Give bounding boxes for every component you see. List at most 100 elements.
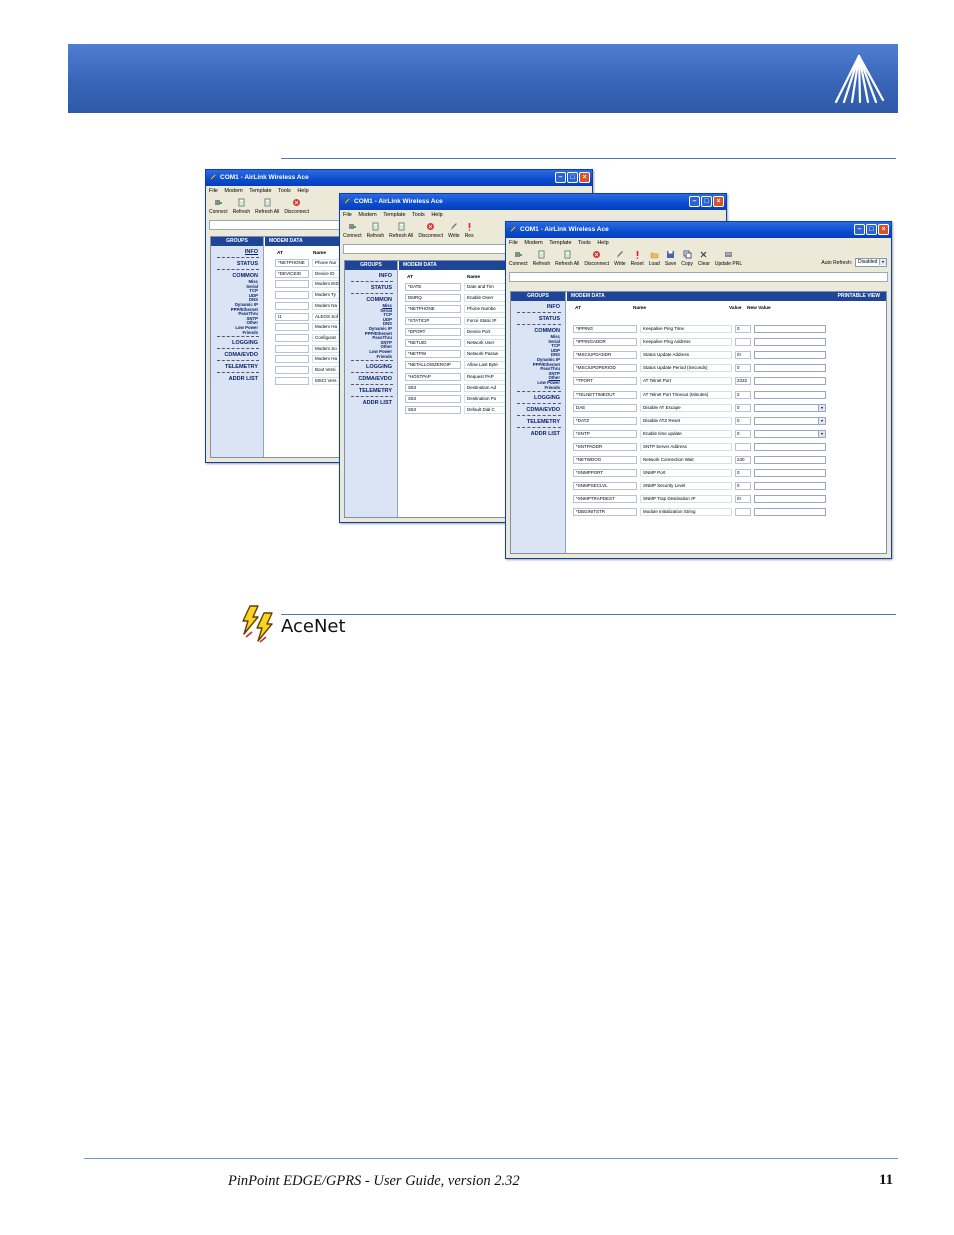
at-command-field[interactable]	[275, 323, 309, 332]
menu-template[interactable]: Template	[383, 212, 405, 218]
at-command-field[interactable]: *NETUID	[405, 339, 461, 347]
new-value-input[interactable]	[754, 364, 826, 373]
menu-help[interactable]: Help	[597, 240, 608, 246]
at-command-field[interactable]: *HOSTPAP	[405, 372, 461, 381]
group-sub[interactable]: Friends	[211, 330, 263, 336]
menu-modem[interactable]: Modem	[358, 212, 376, 218]
disconnect-button[interactable]: Disconnect	[418, 222, 443, 239]
new-value-input[interactable]	[754, 325, 826, 333]
new-value-input[interactable]	[754, 390, 826, 399]
at-command-field[interactable]	[275, 291, 309, 300]
connect-button[interactable]: Connect	[509, 250, 528, 267]
at-command-field[interactable]: *NETWDOG	[573, 456, 637, 464]
at-command-field[interactable]	[275, 355, 309, 364]
menu-tools[interactable]: Tools	[412, 212, 425, 218]
reset-button[interactable]: Reset	[631, 250, 644, 267]
group-cdma-evdo[interactable]: CDMA/EVDO	[211, 352, 263, 359]
new-value-select[interactable]: ▾	[754, 416, 826, 425]
at-command-field[interactable]	[275, 376, 309, 385]
maximize-button[interactable]: □	[567, 172, 578, 183]
new-value-input[interactable]	[754, 377, 826, 386]
at-command-field[interactable]	[275, 333, 309, 342]
at-command-field[interactable]: *DATZ	[573, 416, 637, 425]
refresh-all-button[interactable]: Refresh All	[555, 250, 579, 267]
at-command-field[interactable]: *DEVICEID	[275, 269, 309, 278]
new-value-input[interactable]	[754, 469, 826, 478]
group-info[interactable]: INFO	[211, 249, 263, 256]
menu-help[interactable]: Help	[431, 212, 442, 218]
minimize-button[interactable]: –	[854, 224, 865, 235]
load-button[interactable]: Load	[649, 250, 660, 267]
menu-file[interactable]: File	[343, 212, 352, 218]
at-command-field[interactable]: S53	[405, 383, 461, 392]
at-command-field[interactable]: *MSCIUPDPERIOD	[573, 364, 637, 373]
menu-file[interactable]: File	[509, 240, 518, 246]
at-command-field[interactable]: *NETPHONE	[275, 259, 309, 267]
new-value-input[interactable]	[754, 495, 826, 504]
group-cdma-evdo[interactable]: CDMA/EVDO	[345, 376, 397, 383]
at-command-field[interactable]: *MSCIUPDADDR	[573, 351, 637, 360]
at-command-field[interactable]: *SNMPTRAPDEST	[573, 495, 637, 504]
new-value-select[interactable]: ▾	[754, 429, 826, 438]
at-command-field[interactable]: *SNTP	[573, 429, 637, 438]
group-status[interactable]: STATUS	[211, 261, 263, 268]
new-value-input[interactable]	[754, 482, 826, 491]
at-command-field[interactable]: S53	[405, 406, 461, 415]
group-telemetry[interactable]: TELEMETRY	[345, 388, 397, 395]
refresh-button[interactable]: Refresh	[367, 222, 384, 239]
connect-button[interactable]: Connect	[209, 198, 228, 215]
close-button[interactable]: ×	[878, 224, 889, 235]
maximize-button[interactable]: □	[701, 196, 712, 207]
new-value-select[interactable]: ▾	[754, 403, 826, 412]
refresh-button[interactable]: Refresh	[233, 198, 250, 215]
refresh-button[interactable]: Refresh	[533, 250, 550, 267]
at-command-field[interactable]: DMRQ	[405, 294, 461, 303]
new-value-input[interactable]	[754, 351, 826, 360]
group-telemetry[interactable]: TELEMETRY	[511, 419, 565, 426]
group-sub[interactable]: Friends	[345, 354, 397, 360]
menu-tools[interactable]: Tools	[578, 240, 591, 246]
at-command-field[interactable]: *NETPHONE	[405, 305, 461, 314]
menu-tools[interactable]: Tools	[278, 188, 291, 194]
close-button[interactable]: ×	[579, 172, 590, 183]
group-addr-list[interactable]: ADDR LIST	[511, 431, 565, 438]
save-button[interactable]: Save	[665, 250, 676, 267]
write-button[interactable]: Write	[614, 250, 626, 267]
at-command-field[interactable]: *NETALLOWZEROIP	[405, 361, 461, 370]
at-command-field[interactable]: *DBGINITSTR	[573, 508, 637, 517]
write-button[interactable]: Write	[448, 222, 460, 239]
at-command-field[interactable]	[275, 344, 309, 353]
new-value-input[interactable]	[754, 338, 826, 347]
new-value-input[interactable]	[754, 456, 826, 464]
menu-help[interactable]: Help	[297, 188, 308, 194]
at-command-field[interactable]: *SNTPADDR	[573, 442, 637, 451]
copy-button[interactable]: Copy	[681, 250, 693, 267]
menu-modem[interactable]: Modem	[224, 188, 242, 194]
menu-template[interactable]: Template	[549, 240, 571, 246]
at-command-field[interactable]	[275, 366, 309, 374]
at-command-field[interactable]: *DPORT	[405, 327, 461, 336]
group-addr-list[interactable]: ADDR LIST	[211, 376, 263, 383]
group-logging[interactable]: LOGGING	[345, 364, 397, 371]
new-value-input[interactable]	[754, 508, 826, 517]
refresh-all-button[interactable]: Refresh All	[389, 222, 413, 239]
group-info[interactable]: INFO	[511, 304, 565, 311]
at-command-field[interactable]: *IPPING	[573, 325, 637, 333]
group-logging[interactable]: LOGGING	[211, 340, 263, 347]
at-command-field[interactable]: *DATE	[405, 283, 461, 291]
refresh-all-button[interactable]: Refresh All	[255, 198, 279, 215]
disconnect-button[interactable]: Disconnect	[284, 198, 309, 215]
at-command-field[interactable]	[275, 280, 309, 289]
menu-template[interactable]: Template	[249, 188, 271, 194]
at-command-field[interactable]: *NETPW	[405, 350, 461, 359]
group-sub[interactable]: Friends	[511, 385, 565, 391]
at-command-field[interactable]	[275, 301, 309, 310]
auto-refresh-select[interactable]: Disabled ▾	[855, 258, 887, 267]
connect-button[interactable]: Connect	[343, 222, 362, 239]
menu-modem[interactable]: Modem	[524, 240, 542, 246]
update-prl-button[interactable]: Update PRL	[715, 250, 742, 267]
group-logging[interactable]: LOGGING	[511, 395, 565, 402]
minimize-button[interactable]: –	[689, 196, 700, 207]
menu-file[interactable]: File	[209, 188, 218, 194]
minimize-button[interactable]: –	[555, 172, 566, 183]
